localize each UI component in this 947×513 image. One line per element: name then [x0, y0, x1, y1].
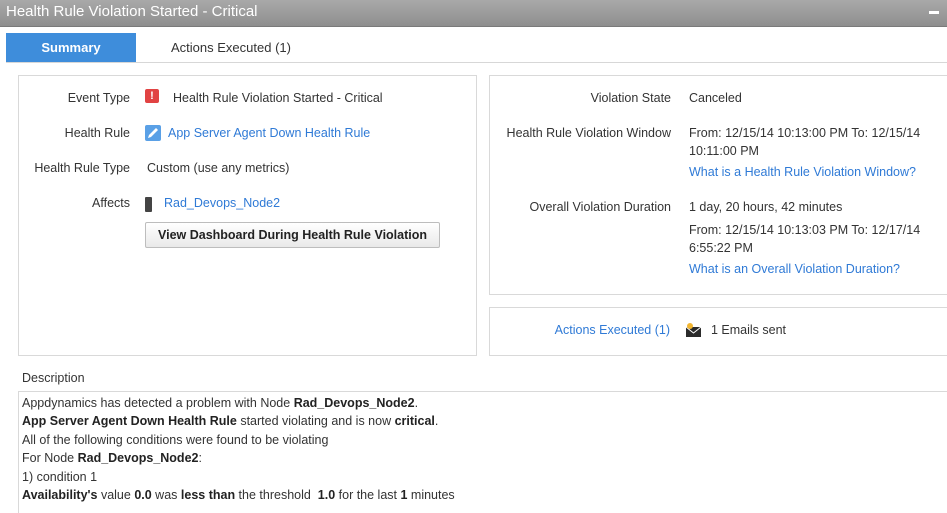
event-type-value: Health Rule Violation Started - Critical: [173, 91, 383, 105]
violation-window-line1: From: 12/15/14 10:13:00 PM To: 12/15/14: [689, 126, 921, 140]
event-details-panel: [18, 75, 477, 356]
health-rule-type-value: Custom (use any metrics): [147, 161, 290, 175]
description-divider: [19, 391, 947, 392]
violation-duration-range-line1: From: 12/15/14 10:13:03 PM To: 12/17/14: [689, 223, 921, 237]
description-line-3: All of the following conditions were fou…: [22, 432, 329, 447]
minimize-icon[interactable]: [929, 11, 939, 14]
description-body: Appdynamics has detected a problem with …: [22, 394, 455, 504]
window-titlebar: Health Rule Violation Started - Critical: [0, 0, 947, 27]
violation-duration-help-link[interactable]: What is an Overall Violation Duration?: [689, 260, 900, 278]
tab-bar: Summary Actions Executed (1): [6, 33, 947, 63]
health-rule-link[interactable]: App Server Agent Down Health Rule: [168, 124, 370, 142]
view-dashboard-button[interactable]: View Dashboard During Health Rule Violat…: [145, 222, 440, 248]
tab-summary[interactable]: Summary: [6, 33, 136, 62]
description-line-1: Appdynamics has detected a problem with …: [22, 396, 419, 410]
actions-executed-link[interactable]: Actions Executed (1): [490, 321, 670, 339]
description-line-6: Availability's value 0.0 was less than t…: [22, 488, 455, 503]
event-type-label: Event Type: [67, 91, 130, 105]
violation-duration-range-line2: 6:55:22 PM: [689, 241, 753, 255]
violation-window-help-link[interactable]: What is a Health Rule Violation Window?: [689, 163, 916, 181]
violation-duration-value: 1 day, 20 hours, 42 minutes: [689, 200, 843, 214]
affected-node-link[interactable]: Rad_Devops_Node2: [164, 194, 280, 212]
violation-duration-label: Overall Violation Duration: [529, 200, 671, 214]
violation-state-label: Violation State: [590, 91, 671, 105]
window-title: Health Rule Violation Started - Critical: [6, 3, 258, 20]
health-rule-label: Health Rule: [64, 126, 130, 140]
emails-sent-text: 1 Emails sent: [711, 323, 787, 337]
description-label: Description: [22, 371, 85, 385]
description-line-5: 1) condition 1: [22, 469, 98, 484]
violation-window-line2: 10:11:00 PM: [689, 144, 759, 158]
health-rule-type-label: Health Rule Type: [34, 161, 130, 175]
violation-state-value: Canceled: [689, 91, 742, 105]
edit-pencil-icon[interactable]: [145, 125, 161, 141]
violation-window-label: Health Rule Violation Window: [506, 126, 671, 140]
critical-error-icon: !: [145, 89, 159, 103]
node-icon: [145, 197, 152, 212]
affects-label: Affects: [92, 196, 130, 210]
description-border: [18, 391, 19, 513]
description-line-2: App Server Agent Down Health Rule starte…: [22, 414, 439, 429]
description-line-4: For Node Rad_Devops_Node2:: [22, 451, 202, 466]
tab-actions-executed[interactable]: Actions Executed (1): [141, 33, 321, 62]
email-icon: [685, 322, 702, 338]
